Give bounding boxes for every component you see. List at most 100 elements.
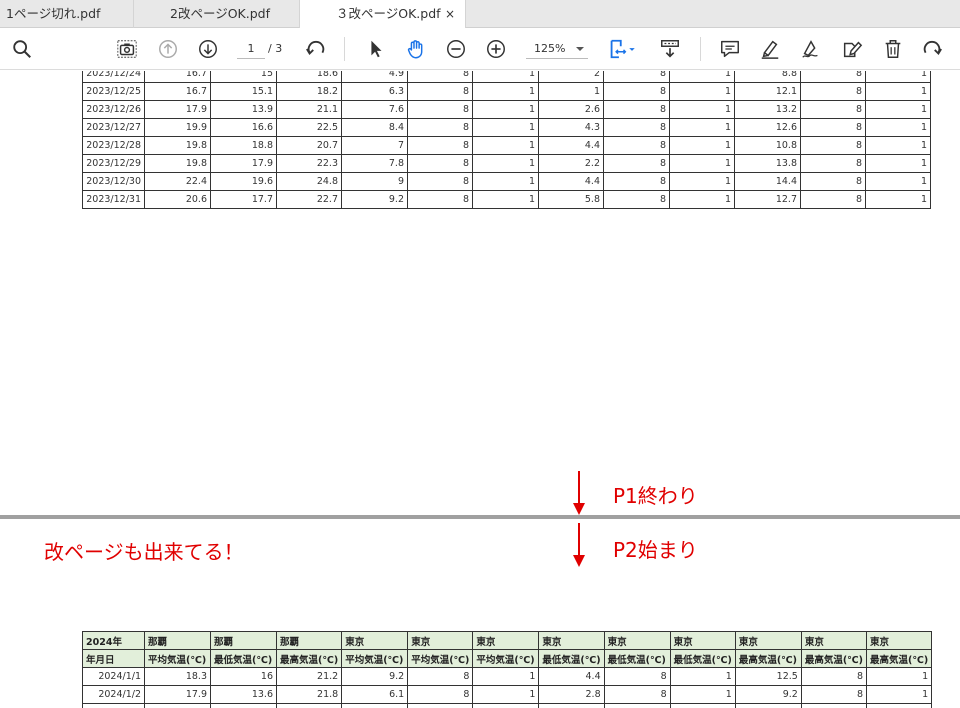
fit-page-dropdown-icon[interactable]	[627, 37, 637, 61]
table-cell: 9.2	[734, 685, 802, 704]
hand-tool-icon[interactable]	[404, 37, 428, 61]
table-header-cell: 東京	[341, 631, 409, 650]
table-cell: 1	[865, 100, 931, 119]
p2-start-label: P2始まり	[613, 538, 698, 562]
table-cell: 19.8	[144, 136, 211, 155]
tab-bar: 1ページ切れ.pdf 2改ページOK.pdf ３改ページOK.pdf ×	[0, 0, 960, 29]
table-cell: 8	[603, 71, 670, 83]
table-row: 2023/12/24 16.7 15 18.6 4.9 8 1 2 8 1 8.8 8 1	[82, 71, 931, 83]
arrow-down-icon	[578, 471, 580, 505]
rotate-icon[interactable]	[304, 37, 328, 61]
table-cell: 2023/12/27	[82, 118, 145, 137]
close-tab-icon[interactable]: ×	[445, 0, 455, 28]
tab-label: ３改ページOK.pdf	[336, 6, 441, 21]
toolbar-separator	[700, 37, 701, 61]
table-cell: 15.1	[210, 82, 277, 101]
zoom-in-icon[interactable]	[484, 37, 508, 61]
table-cell: 8	[407, 172, 473, 191]
table-cell: 10.8	[734, 136, 801, 155]
tab-label: 1ページ切れ.pdf	[6, 6, 101, 21]
table-header-row: 年月日 平均気温(℃) 最低気温(℃) 最高気温(℃) 平均気温(℃) 平均気温(℃) 平均…	[82, 649, 933, 668]
table-cell: 1	[669, 118, 735, 137]
table-header-cell: 東京	[603, 631, 671, 650]
table-cell: 1	[669, 71, 735, 83]
fill-sign-icon[interactable]	[840, 37, 864, 61]
table-cell: 1	[865, 136, 931, 155]
table-cell: 1	[472, 685, 540, 704]
select-cursor-icon[interactable]	[364, 37, 388, 61]
redo-icon[interactable]	[920, 37, 944, 61]
table-cell: 8	[603, 100, 670, 119]
table-cell: 16.6	[210, 118, 277, 137]
page-number-input[interactable]: 1	[237, 39, 265, 59]
arrowhead	[573, 503, 585, 515]
table-cell: 8	[603, 667, 671, 686]
table-cell: 12.7	[734, 190, 801, 209]
table-cell: 22.4	[275, 703, 343, 708]
document-view[interactable]: 2023/12/24 16.7 15 18.6 4.9 8 1 2 8 1 8.8 8 1 2023/12…	[0, 71, 960, 708]
table-cell: 8	[800, 136, 866, 155]
table-cell: 1	[866, 685, 933, 704]
table-cell: 8	[800, 71, 866, 83]
table-cell: 14.4	[210, 703, 277, 708]
table-cell: 18.6	[276, 71, 342, 83]
table-cell: 2024/1/2	[82, 685, 145, 704]
delete-icon[interactable]	[881, 37, 905, 61]
table-cell: 2.2	[538, 154, 604, 173]
page-up-icon[interactable]	[156, 37, 180, 61]
table-cell: 2024/1/3	[82, 703, 145, 708]
table-cell: 8	[407, 82, 473, 101]
highlight-icon[interactable]	[758, 37, 782, 61]
table-cell: 24.8	[276, 172, 342, 191]
table-header-cell: 那覇	[210, 631, 277, 650]
table-cell: 8	[407, 685, 474, 704]
table-cell: 8	[407, 71, 473, 83]
p1-end-label: P1終わり	[613, 484, 698, 508]
tab-3-page-ok[interactable]: ３改ページOK.pdf ×	[300, 0, 466, 29]
table-cell: 2024/1/1	[82, 667, 145, 686]
search-icon[interactable]	[10, 37, 34, 61]
scroll-mode-icon[interactable]	[658, 37, 682, 61]
table-cell: 8	[407, 154, 473, 173]
table-cell: 17.7	[210, 190, 277, 209]
table-cell: 13.2	[734, 100, 801, 119]
table-cell: 1	[538, 82, 604, 101]
table-cell: 7	[341, 136, 408, 155]
table-cell: 2023/12/29	[82, 154, 145, 173]
table-cell: 2.6	[538, 100, 604, 119]
table-row: 2023/12/27 19.9 16.6 22.5 8.4 8 1 4.3 8 1 12.6 8 1	[82, 118, 931, 137]
sign-icon[interactable]	[799, 37, 823, 61]
table-header-cell: 最高気温(℃)	[275, 649, 343, 668]
table-cell: 8	[800, 154, 866, 173]
arrowhead	[573, 555, 585, 567]
tab-1-page-cut[interactable]: 1ページ切れ.pdf	[0, 0, 134, 28]
table-header-cell: 東京	[472, 631, 540, 650]
comment-icon[interactable]	[718, 37, 742, 61]
table-cell: 1	[472, 71, 539, 83]
table-cell: 2.8	[538, 685, 605, 704]
zoom-level-select[interactable]: 125%	[526, 39, 588, 59]
table-cell: 8	[800, 100, 866, 119]
page-down-icon[interactable]	[196, 37, 220, 61]
table-cell: 16	[210, 667, 277, 686]
table-cell: 4.4	[538, 667, 605, 686]
table-cell: 1	[669, 703, 736, 708]
zoom-out-icon[interactable]	[444, 37, 468, 61]
table-cell: 8	[407, 703, 474, 708]
snapshot-icon[interactable]	[115, 37, 139, 61]
table-cell: 8	[603, 172, 670, 191]
table-cell: 1	[669, 82, 735, 101]
table-cell: 6.3	[341, 82, 408, 101]
table-cell: 1	[866, 667, 933, 686]
table-cell: 13.9	[210, 100, 277, 119]
table-cell: 18.3	[144, 667, 211, 686]
table-cell: 22.5	[276, 118, 342, 137]
tab-2-page-ok[interactable]: 2改ページOK.pdf	[134, 0, 300, 28]
table-header-cell: 東京	[407, 631, 474, 650]
table-cell: 8	[800, 703, 868, 708]
table-header-cell: 東京	[800, 631, 868, 650]
table-cell: 2.8	[538, 703, 605, 708]
table-cell: 19.6	[210, 172, 277, 191]
table-cell: 1	[865, 172, 931, 191]
table-cell: 16.7	[144, 71, 211, 83]
